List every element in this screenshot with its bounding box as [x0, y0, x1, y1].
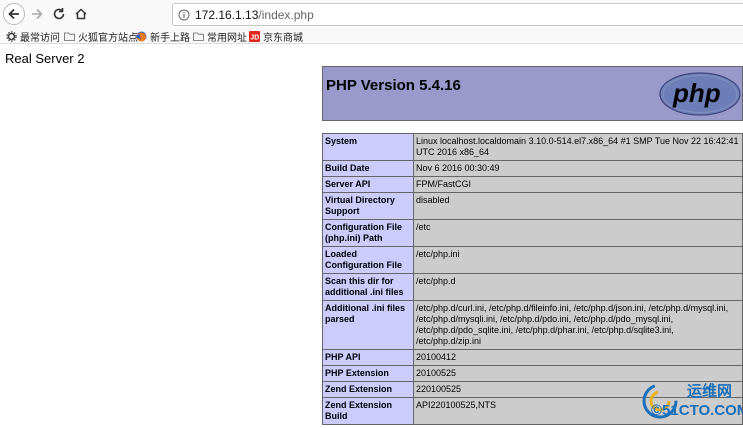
- gear-icon: [6, 30, 17, 42]
- browser-toolbar: 172.16.1.13/index.php: [0, 0, 743, 28]
- back-arrow-icon: [8, 8, 19, 20]
- table-row: Additional .ini files parsed/etc/php.d/c…: [322, 300, 743, 350]
- forward-button[interactable]: [26, 3, 48, 25]
- row-value: /etc: [413, 219, 743, 247]
- table-row: Server API FPM/FastCGI: [322, 176, 743, 193]
- table-row: Build Date Nov 6 2016 00:30:49: [322, 160, 743, 177]
- home-icon: [75, 8, 87, 20]
- forward-arrow-icon: [32, 8, 43, 20]
- back-button[interactable]: [3, 3, 25, 25]
- home-button[interactable]: [70, 3, 92, 25]
- reload-button[interactable]: [48, 3, 70, 25]
- row-key: PHP API: [322, 349, 414, 366]
- real-server-heading: Real Server 2: [5, 51, 85, 66]
- row-value: Nov 6 2016 00:30:49: [413, 160, 743, 177]
- table-row: Configuration File (php.ini) Path/etc: [322, 219, 743, 247]
- row-value: FPM/FastCGI: [413, 176, 743, 193]
- bookmark-most-visited[interactable]: 最常访问: [6, 29, 60, 44]
- row-key: Loaded Configuration File: [322, 246, 414, 274]
- bookmark-label: 京东商城: [263, 32, 303, 44]
- watermark-text-primary: 运维网: [687, 383, 733, 400]
- row-key: Virtual Directory Support: [322, 192, 414, 220]
- table-row: Scan this dir for additional .ini files /…: [322, 273, 743, 301]
- row-key: PHP Extension: [322, 365, 414, 382]
- row-key: Zend Extension: [322, 381, 414, 398]
- row-key: Zend Extension Build: [322, 397, 414, 425]
- svg-text:php: php: [672, 78, 721, 108]
- page-content: Real Server 2 PHP Version 5.4.16 php Sys…: [0, 45, 743, 428]
- info-icon[interactable]: [173, 9, 195, 21]
- row-key: Scan this dir for additional .ini files: [322, 273, 414, 301]
- php-version-title: PHP Version 5.4.16: [326, 77, 461, 94]
- reload-icon: [53, 8, 65, 20]
- bookmark-label: 新手上路: [150, 32, 190, 44]
- jd-icon: JD: [249, 30, 260, 42]
- php-logo-icon: php: [659, 72, 741, 116]
- watermark-text-secondary: ©51CTO.COM: [651, 402, 743, 419]
- bookmark-common-sites[interactable]: 常用网址: [193, 29, 247, 44]
- row-key: Build Date: [322, 160, 414, 177]
- url-path: /index.php: [258, 7, 314, 22]
- watermark: 运维网 ©51CTO.COM: [631, 380, 743, 426]
- row-value: /etc/php.d/curl.ini, /etc/php.d/fileinfo…: [413, 300, 743, 350]
- url-host: 172.16.1.13: [195, 7, 259, 22]
- table-row: PHP API 20100412: [322, 349, 743, 366]
- row-key: Configuration File (php.ini) Path: [322, 219, 414, 247]
- table-row: Loaded Configuration File/etc/php.ini: [322, 246, 743, 274]
- bookmark-getting-started[interactable]: 新手上路: [136, 29, 190, 44]
- bookmark-label: 火狐官方站点: [78, 32, 138, 44]
- bookmark-jd[interactable]: JD 京东商城: [249, 29, 303, 44]
- php-version-header: PHP Version 5.4.16 php: [322, 66, 743, 121]
- row-value: /etc/php.d: [413, 273, 743, 301]
- bookmark-firefox-site[interactable]: 火狐官方站点: [64, 29, 138, 44]
- svg-text:JD: JD: [250, 34, 259, 41]
- folder-icon: [64, 32, 75, 41]
- row-key: Server API: [322, 176, 414, 193]
- table-row: System Linux localhost.localdomain 3.10.0…: [322, 133, 743, 161]
- bookmark-label: 最常访问: [20, 32, 60, 44]
- bookmarks-bar: 最常访问 火狐官方站点 新手上路 常用网址 JD 京东商城: [0, 28, 743, 44]
- row-key: System: [322, 133, 414, 161]
- row-value: 20100412: [413, 349, 743, 366]
- firefox-icon: [136, 31, 147, 41]
- row-value: Linux localhost.localdomain 3.10.0-514.e…: [413, 133, 743, 161]
- row-value: /etc/php.ini: [413, 246, 743, 274]
- row-value: disabled: [413, 192, 743, 220]
- folder-icon: [193, 32, 204, 41]
- address-bar[interactable]: 172.16.1.13/index.php: [172, 3, 743, 26]
- row-key: Additional .ini files parsed: [322, 300, 414, 350]
- table-row: Virtual Directory Support disabled: [322, 192, 743, 220]
- bookmark-label: 常用网址: [207, 32, 247, 44]
